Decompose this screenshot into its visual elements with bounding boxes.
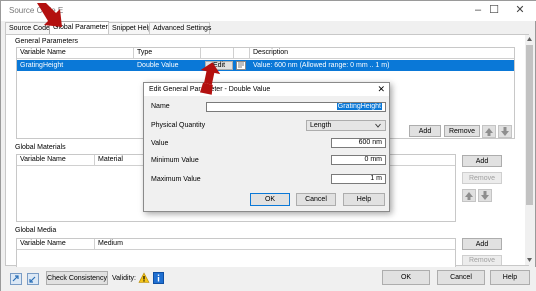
cancel-button[interactable]: Cancel	[437, 270, 485, 285]
column-header: Description	[253, 49, 289, 56]
document-icon[interactable]	[236, 61, 246, 70]
name-field[interactable]: GratingHeight	[206, 102, 386, 112]
physical-quantity-label: Physical Quantity	[151, 122, 206, 129]
tab-snippet-help[interactable]: Snippet Help	[108, 22, 153, 34]
title-bar: Source Code E – ☐ ✕	[1, 1, 536, 21]
physical-quantity-value: Length	[310, 122, 332, 129]
material-move-up-button[interactable]	[462, 189, 476, 202]
column-header	[201, 48, 234, 59]
maximize-button[interactable]: ☐	[483, 2, 505, 19]
add-label: Add	[475, 240, 489, 248]
add-label: Add	[475, 157, 489, 165]
tab-advanced-settings[interactable]: Advanced Settings	[149, 22, 212, 34]
table-header: Variable Name Medium	[17, 239, 455, 250]
global-media-table: Variable Name Medium	[16, 238, 456, 267]
bottom-bar: Check Consistency Validity: OK Cancel He…	[1, 267, 536, 291]
value-label: Value	[151, 140, 169, 147]
table-header: Variable Name Type Description	[17, 48, 514, 59]
name-value: GratingHeight	[336, 103, 382, 110]
global-materials-heading: Global Materials	[15, 144, 66, 151]
annotation-arrow-tab-icon	[37, 3, 62, 27]
help-label: Help	[502, 274, 518, 281]
value-field[interactable]: 600 nm	[331, 138, 386, 148]
remove-medium-button[interactable]: Remove	[462, 255, 502, 265]
import-icon[interactable]	[10, 273, 22, 285]
dialog-help-button[interactable]: Help	[343, 193, 385, 206]
table-row[interactable]: GratingHeight Double Value Edit Value: 6…	[17, 60, 514, 71]
value-text: 600 nm	[358, 139, 382, 146]
move-up-button[interactable]	[482, 125, 496, 138]
validity-label: Validity:	[112, 275, 136, 282]
scroll-up-icon	[527, 37, 532, 41]
help-button[interactable]: Help	[490, 270, 530, 285]
remove-material-button[interactable]: Remove	[462, 172, 502, 184]
remove-label: Remove	[468, 174, 496, 182]
material-move-down-button[interactable]	[478, 189, 492, 202]
add-label: Add	[418, 127, 432, 135]
ok-button[interactable]: OK	[382, 270, 430, 285]
type-cell: Double Value	[137, 62, 179, 69]
column-header: Variable Name	[17, 155, 95, 166]
maximum-value-label: Maximum Value	[151, 176, 201, 183]
dialog-cancel-button[interactable]: Cancel	[296, 193, 336, 206]
edit-parameter-dialog: Edit General Parameter - Double Value ✕ …	[143, 82, 390, 212]
physical-quantity-select[interactable]: Length	[306, 120, 386, 131]
ok-label: OK	[264, 196, 276, 203]
scroll-down-icon	[527, 258, 532, 262]
add-material-button[interactable]: Add	[462, 155, 502, 167]
annotation-arrow-edit-icon	[200, 62, 221, 95]
general-parameters-heading: General Parameters	[15, 38, 79, 45]
column-header: Variable Name	[17, 48, 134, 59]
add-parameter-button[interactable]: Add	[409, 125, 441, 137]
close-button[interactable]: ✕	[509, 2, 531, 19]
minimum-value-text: 0 mm	[364, 156, 383, 163]
remove-parameter-button[interactable]: Remove	[444, 125, 480, 137]
ok-label: OK	[400, 274, 412, 281]
minimum-value-label: Minimum Value	[151, 157, 199, 164]
arrow-up-icon	[485, 128, 493, 136]
check-consistency-button[interactable]: Check Consistency	[46, 271, 108, 285]
tab-label: Snippet Help	[112, 25, 153, 32]
tab-label: Advanced Settings	[153, 25, 212, 32]
column-header	[234, 48, 250, 59]
description-cell: Value: 600 nm (Allowed range: 0 mm .. 1 …	[253, 62, 390, 69]
arrow-up-icon	[465, 192, 473, 200]
help-label: Help	[356, 196, 372, 203]
arrow-down-icon	[501, 127, 509, 136]
warning-icon	[138, 272, 150, 283]
maximize-icon: ☐	[489, 4, 499, 16]
remove-label: Remove	[468, 257, 496, 264]
export-icon[interactable]	[27, 273, 39, 285]
global-media-heading: Global Media	[15, 227, 57, 234]
vertical-scrollbar[interactable]	[525, 35, 534, 265]
dialog-close-icon[interactable]: ✕	[377, 84, 385, 95]
chevron-down-icon	[375, 123, 381, 128]
arrow-down-icon	[481, 191, 489, 200]
column-header: Medium	[98, 240, 123, 247]
move-down-button[interactable]	[498, 125, 512, 138]
check-consistency-label: Check Consistency	[47, 274, 107, 282]
minimum-value-field[interactable]: 0 mm	[331, 155, 386, 165]
variable-name-cell: GratingHeight	[20, 62, 64, 69]
column-header: Variable Name	[17, 239, 95, 250]
cancel-label: Cancel	[305, 196, 327, 203]
dialog-ok-button[interactable]: OK	[250, 193, 290, 206]
minimize-icon: –	[474, 4, 482, 16]
column-header: Type	[134, 48, 201, 59]
maximum-value-field[interactable]: 1 m	[331, 174, 386, 184]
dialog-title-bar: Edit General Parameter - Double Value ✕	[144, 83, 389, 96]
close-icon: ✕	[515, 4, 525, 16]
add-medium-button[interactable]: Add	[462, 238, 502, 250]
name-label: Name	[151, 103, 170, 110]
remove-label: Remove	[448, 127, 476, 135]
maximum-value-text: 1 m	[370, 175, 382, 182]
scrollbar-thumb[interactable]	[526, 45, 533, 205]
info-icon[interactable]	[153, 272, 164, 284]
cancel-label: Cancel	[450, 274, 472, 281]
